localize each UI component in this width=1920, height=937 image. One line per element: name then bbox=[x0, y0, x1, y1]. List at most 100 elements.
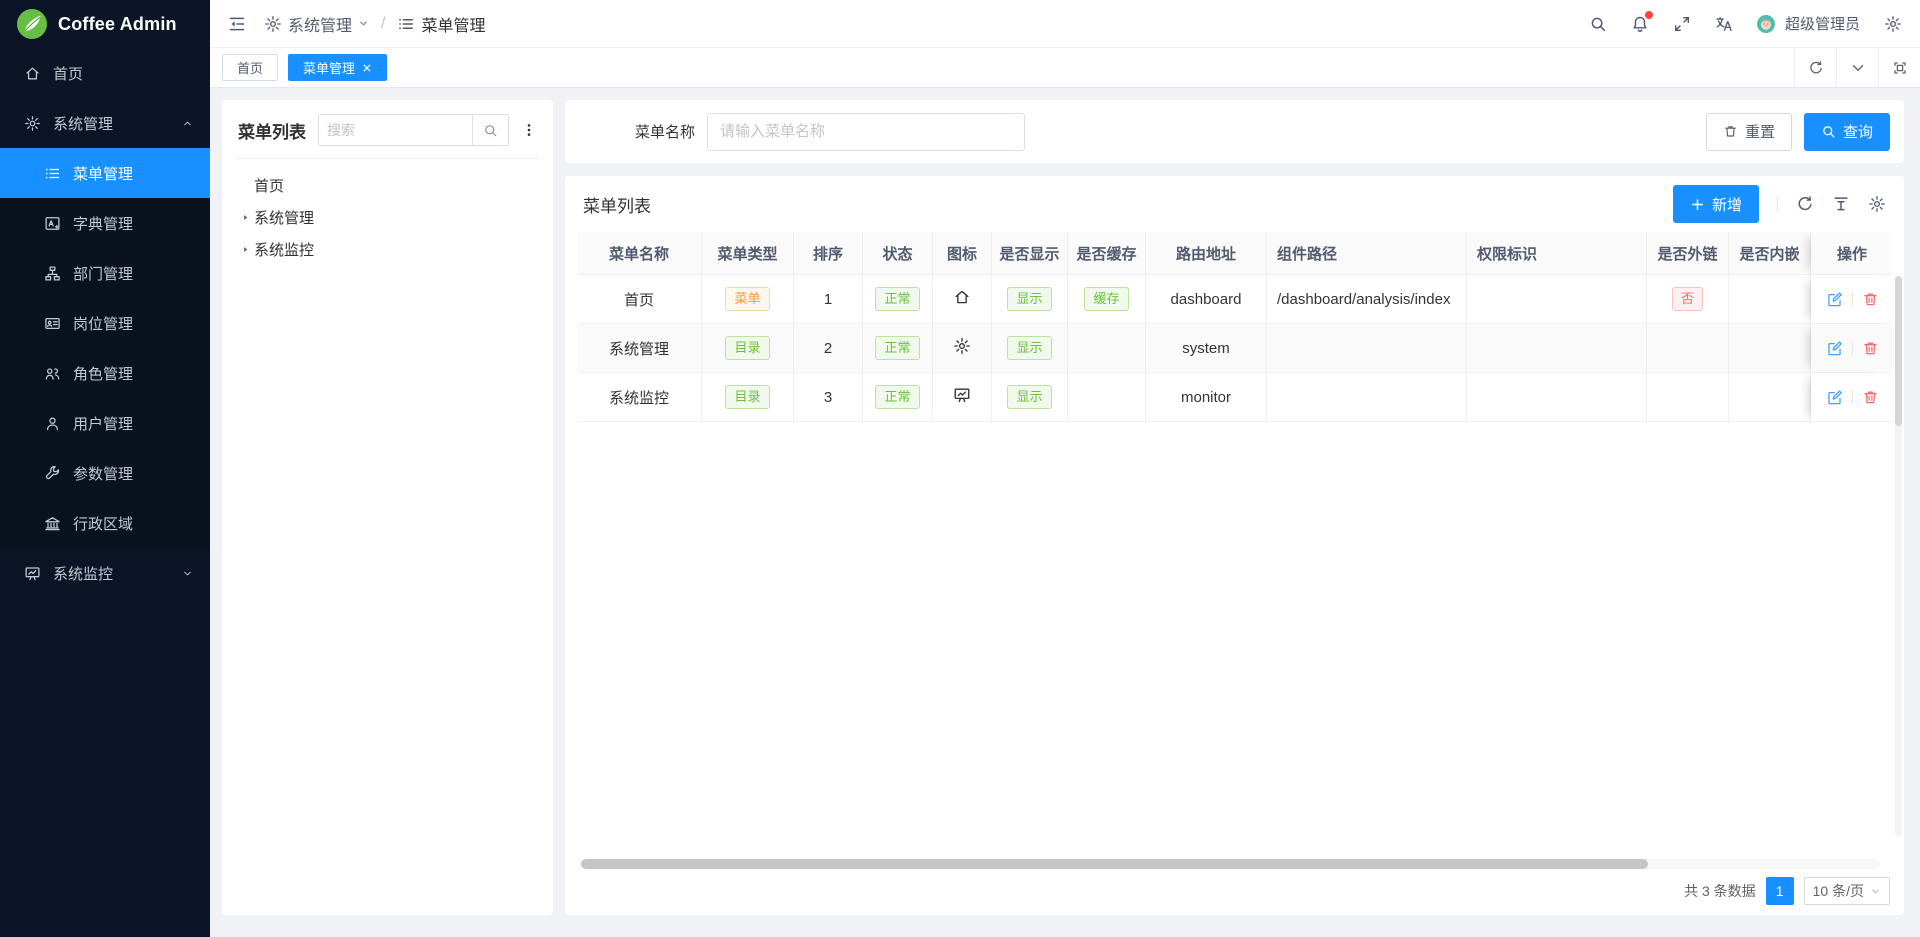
column-header-order: 排序 bbox=[794, 232, 863, 275]
list-icon bbox=[397, 15, 415, 33]
vertical-scrollbar[interactable] bbox=[1895, 276, 1902, 836]
cell-name: 首页 bbox=[577, 275, 702, 324]
breadcrumb-item-system[interactable]: 系统管理 bbox=[264, 12, 369, 36]
refresh-tab-icon[interactable] bbox=[1794, 48, 1836, 87]
edit-icon[interactable] bbox=[1826, 389, 1843, 406]
translate-icon[interactable] bbox=[1715, 15, 1733, 33]
delete-icon[interactable] bbox=[1862, 291, 1879, 308]
breadcrumb-label: 系统管理 bbox=[288, 12, 352, 36]
pagination: 共 3 条数据 1 10 条/页 bbox=[1684, 877, 1890, 905]
gear-icon bbox=[953, 337, 971, 355]
tree-item-系统监控[interactable]: 系统监控 bbox=[236, 233, 539, 265]
idcard-icon bbox=[44, 315, 61, 332]
monitor-icon bbox=[953, 386, 971, 404]
app-logo[interactable]: Coffee Admin bbox=[0, 0, 210, 48]
user-menu[interactable]: 超级管理员 bbox=[1757, 13, 1860, 34]
column-settings-gear-icon[interactable] bbox=[1868, 195, 1886, 213]
close-icon[interactable] bbox=[362, 63, 372, 73]
tree-search-button[interactable] bbox=[472, 115, 508, 145]
sidebar-item-user-management[interactable]: 用户管理 bbox=[0, 398, 210, 448]
horizontal-scrollbar-thumb[interactable] bbox=[581, 859, 1648, 869]
cell-cache bbox=[1068, 324, 1146, 373]
delete-icon[interactable] bbox=[1862, 389, 1879, 406]
edit-icon[interactable] bbox=[1826, 291, 1843, 308]
sidebar-item-dept-management[interactable]: 部门管理 bbox=[0, 248, 210, 298]
delete-icon[interactable] bbox=[1862, 340, 1879, 357]
sidebar-item-param-management[interactable]: 参数管理 bbox=[0, 448, 210, 498]
total-count: 共 3 条数据 bbox=[1684, 881, 1756, 901]
edit-icon[interactable] bbox=[1826, 340, 1843, 357]
badge-显示: 显示 bbox=[1007, 336, 1051, 360]
wrench-icon bbox=[44, 465, 61, 482]
tree-item-系统管理[interactable]: 系统管理 bbox=[236, 201, 539, 233]
column-header-actions: 操作 bbox=[1811, 232, 1892, 275]
fullscreen-icon[interactable] bbox=[1673, 15, 1691, 33]
sidebar-item-label: 岗位管理 bbox=[73, 313, 194, 334]
sidebar-item-label: 系统管理 bbox=[53, 113, 169, 134]
cell-order: 3 bbox=[794, 373, 863, 422]
horizontal-scrollbar[interactable] bbox=[579, 859, 1880, 869]
tree-search-input[interactable] bbox=[319, 115, 472, 145]
page-size-select[interactable]: 10 条/页 bbox=[1804, 877, 1890, 905]
cell-visible: 显示 bbox=[992, 324, 1068, 373]
vertical-scrollbar-thumb[interactable] bbox=[1895, 276, 1902, 426]
tab-dropdown-chevron-icon[interactable] bbox=[1836, 48, 1878, 87]
column-header-cache: 是否缓存 bbox=[1068, 232, 1146, 275]
column-header-component: 组件路径 bbox=[1267, 232, 1467, 275]
add-button[interactable]: 新增 bbox=[1673, 185, 1759, 223]
dictionary-icon bbox=[44, 215, 61, 232]
cell-embedded bbox=[1729, 324, 1811, 373]
query-button[interactable]: 查询 bbox=[1804, 113, 1890, 151]
table-header-row: 菜单名称菜单类型排序状态图标是否显示是否缓存路由地址组件路径权限标识是否外链是否… bbox=[577, 232, 1892, 275]
reset-button[interactable]: 重置 bbox=[1706, 113, 1792, 151]
tree-panel-title: 菜单列表 bbox=[238, 118, 306, 143]
notifications-bell-icon[interactable] bbox=[1631, 15, 1649, 33]
tab-首页[interactable]: 首页 bbox=[222, 54, 278, 81]
reset-label: 重置 bbox=[1745, 121, 1775, 142]
row-density-icon[interactable] bbox=[1832, 195, 1850, 213]
sidebar-item-system-management[interactable]: 系统管理 bbox=[0, 98, 210, 148]
menu-table-card: 菜单列表 新增 菜单名称菜单类型排序状态图标是否显示是否缓 bbox=[565, 176, 1904, 915]
settings-gear-icon[interactable] bbox=[1884, 15, 1902, 33]
breadcrumb-label: 菜单管理 bbox=[421, 12, 485, 36]
caret-right-icon[interactable] bbox=[236, 245, 254, 254]
plus-icon bbox=[1690, 197, 1705, 212]
tab-菜单管理[interactable]: 菜单管理 bbox=[288, 54, 387, 81]
tree-more-kebab-icon[interactable] bbox=[521, 122, 537, 138]
sidebar-item-label: 角色管理 bbox=[73, 363, 194, 384]
badge-正常: 正常 bbox=[875, 287, 919, 311]
sidebar-item-menu-management[interactable]: 菜单管理 bbox=[0, 148, 210, 198]
maximize-content-icon[interactable] bbox=[1878, 48, 1920, 87]
cell-permission bbox=[1467, 324, 1647, 373]
sidebar-item-dict-management[interactable]: 字典管理 bbox=[0, 198, 210, 248]
menu-name-input[interactable] bbox=[707, 113, 1025, 151]
collapse-sidebar-icon[interactable] bbox=[228, 15, 246, 33]
page-number-1[interactable]: 1 bbox=[1766, 877, 1794, 905]
caret-right-icon[interactable] bbox=[236, 213, 254, 222]
menu-tree-panel: 菜单列表 首页系统管理系统监控 bbox=[222, 100, 553, 915]
page-size-value: 10 条/页 bbox=[1813, 881, 1864, 901]
sidebar-item-label: 菜单管理 bbox=[73, 163, 194, 184]
home-icon bbox=[24, 65, 41, 82]
action-divider bbox=[1852, 341, 1853, 355]
sidebar-item-role-management[interactable]: 角色管理 bbox=[0, 348, 210, 398]
cell-cache: 缓存 bbox=[1068, 275, 1146, 324]
user-icon bbox=[44, 415, 61, 432]
table-row: 系统管理目录2正常显示system bbox=[577, 324, 1892, 373]
cell-icon bbox=[933, 275, 992, 324]
search-icon[interactable] bbox=[1589, 15, 1607, 33]
sidebar-item-system-monitor[interactable]: 系统监控 bbox=[0, 548, 210, 598]
sidebar-item-post-management[interactable]: 岗位管理 bbox=[0, 298, 210, 348]
cell-component: /dashboard/analysis/index bbox=[1267, 275, 1467, 324]
bank-icon bbox=[44, 515, 61, 532]
chevron-down-icon bbox=[181, 567, 194, 580]
breadcrumb-separator: / bbox=[381, 15, 385, 33]
refresh-table-icon[interactable] bbox=[1796, 195, 1814, 213]
column-header-status: 状态 bbox=[863, 232, 933, 275]
breadcrumb-item-menu[interactable]: 菜单管理 bbox=[397, 12, 485, 36]
tab-label: 首页 bbox=[237, 58, 263, 77]
home-icon bbox=[953, 288, 971, 306]
sidebar-item-home[interactable]: 首页 bbox=[0, 48, 210, 98]
tree-item-首页[interactable]: 首页 bbox=[236, 169, 539, 201]
sidebar-item-region-management[interactable]: 行政区域 bbox=[0, 498, 210, 548]
